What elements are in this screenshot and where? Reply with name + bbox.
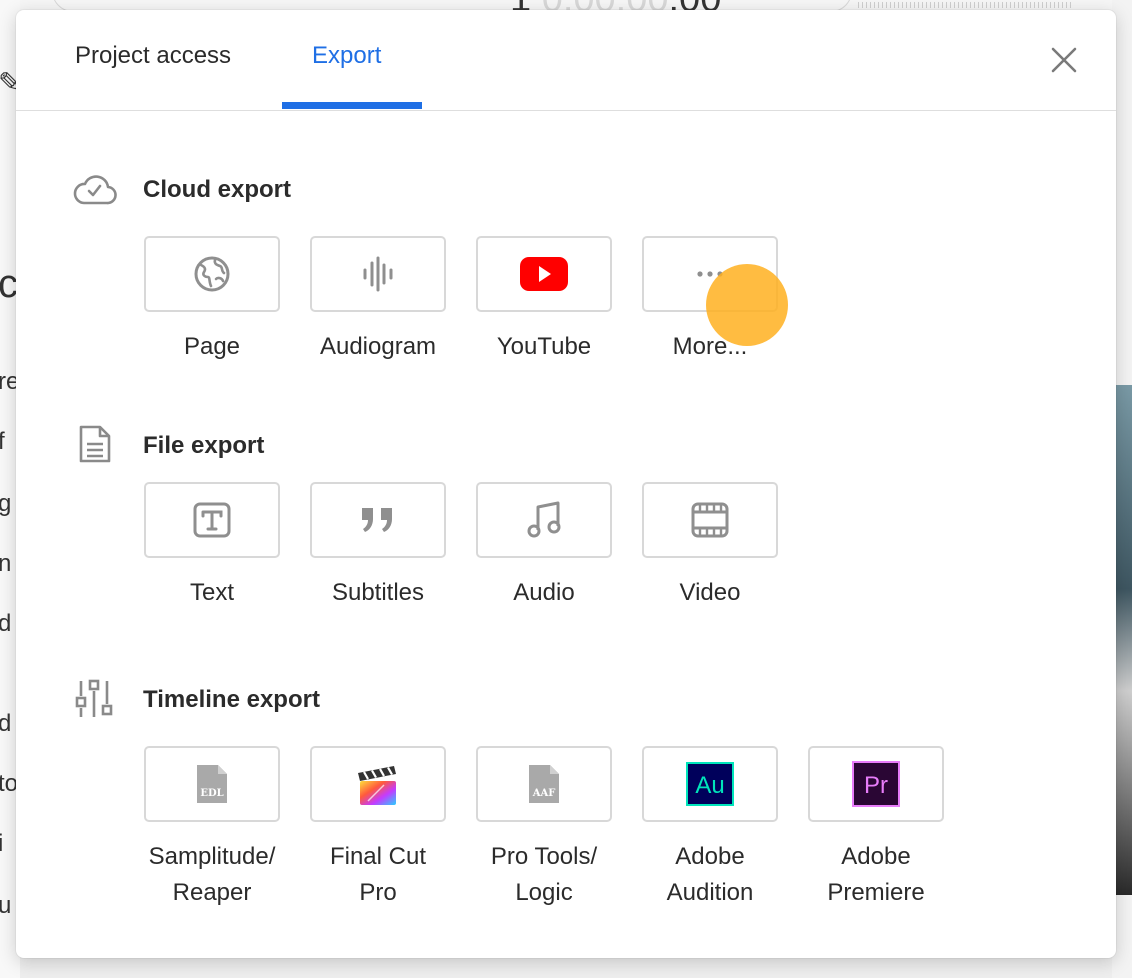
export-audio-label: Audio <box>513 579 575 606</box>
export-subtitles-label: Subtitles <box>331 579 425 606</box>
close-icon <box>1051 47 1077 73</box>
film-icon <box>691 502 729 538</box>
label-line-2: Reaper <box>172 879 252 906</box>
export-samplitude-reaper-label: Samplitude/ Reaper <box>122 839 302 911</box>
globe-icon <box>194 256 230 292</box>
export-samplitude-reaper-button[interactable]: EDL <box>144 746 280 822</box>
background-text: f <box>0 428 5 455</box>
export-adobe-audition-button[interactable]: Au <box>642 746 778 822</box>
label-line-1: Final Cut <box>329 843 427 870</box>
label-line-1: Adobe <box>675 843 745 870</box>
quote-icon <box>362 508 392 532</box>
tab-export[interactable]: Export <box>312 42 381 70</box>
export-text-button[interactable] <box>144 482 280 558</box>
label-line-2: Pro <box>359 879 397 906</box>
cloud-export-title: Cloud export <box>143 176 291 203</box>
export-adobe-premiere-label: Adobe Premiere <box>786 839 966 911</box>
label-line-1: Samplitude/ <box>148 843 276 870</box>
aaf-badge-text: AAF <box>532 788 556 799</box>
export-audio-button[interactable] <box>476 482 612 558</box>
export-youtube-label: YouTube <box>496 333 592 360</box>
active-tab-indicator <box>282 102 422 109</box>
label-line-1: Pro Tools/ <box>490 843 598 870</box>
music-note-icon <box>527 501 561 538</box>
audition-badge-text: Au <box>695 772 724 799</box>
export-video-button[interactable] <box>642 482 778 558</box>
background-text: g <box>0 490 12 517</box>
text-icon <box>193 502 231 538</box>
label-line-1: Adobe <box>841 843 911 870</box>
document-icon <box>79 425 111 463</box>
label-line-2: Premiere <box>827 879 925 906</box>
export-subtitles-button[interactable] <box>310 482 446 558</box>
background-text: u <box>0 892 12 919</box>
export-video-label: Video <box>679 579 741 606</box>
cloud-check-icon <box>73 175 117 205</box>
close-button[interactable] <box>1048 44 1080 76</box>
edl-file-icon: EDL <box>197 765 227 803</box>
tab-bar: Project access Export <box>16 10 1116 111</box>
background-text: i <box>0 830 4 857</box>
export-text-label: Text <box>189 579 234 606</box>
export-dialog: Project access Export Cloud export Page <box>16 10 1116 958</box>
export-final-cut-pro-label: Final Cut Pro <box>288 839 468 911</box>
timeline-sliders-icon <box>75 679 113 717</box>
premiere-badge-text: Pr <box>864 772 888 799</box>
adobe-audition-icon: Au <box>686 762 734 806</box>
final-cut-icon <box>358 766 396 805</box>
edl-badge-text: EDL <box>200 788 223 799</box>
export-youtube-button[interactable] <box>476 236 612 312</box>
youtube-icon <box>520 257 568 291</box>
background-timeline-ticks <box>858 2 1072 8</box>
export-pro-tools-logic-button[interactable]: AAF <box>476 746 612 822</box>
export-audiogram-button[interactable] <box>310 236 446 312</box>
timeline-export-title: Timeline export <box>143 686 320 713</box>
aaf-file-icon: AAF <box>529 765 559 803</box>
background-text: n <box>0 550 12 577</box>
export-audiogram-label: Audiogram <box>319 333 437 360</box>
background-text: d <box>0 710 12 737</box>
file-export-title: File export <box>143 432 265 459</box>
export-page-label: Page <box>183 333 241 360</box>
export-pro-tools-logic-label: Pro Tools/ Logic <box>454 839 634 911</box>
tab-project-access[interactable]: Project access <box>75 42 231 70</box>
label-line-2: Logic <box>515 879 573 906</box>
export-adobe-audition-label: Adobe Audition <box>620 839 800 911</box>
export-adobe-premiere-button[interactable]: Pr <box>808 746 944 822</box>
adobe-premiere-icon: Pr <box>852 761 900 807</box>
waveform-icon <box>363 256 393 292</box>
background-text: d <box>0 610 12 637</box>
label-line-2: Audition <box>666 879 754 906</box>
export-page-button[interactable] <box>144 236 280 312</box>
click-indicator <box>706 264 788 346</box>
export-final-cut-pro-button[interactable] <box>310 746 446 822</box>
